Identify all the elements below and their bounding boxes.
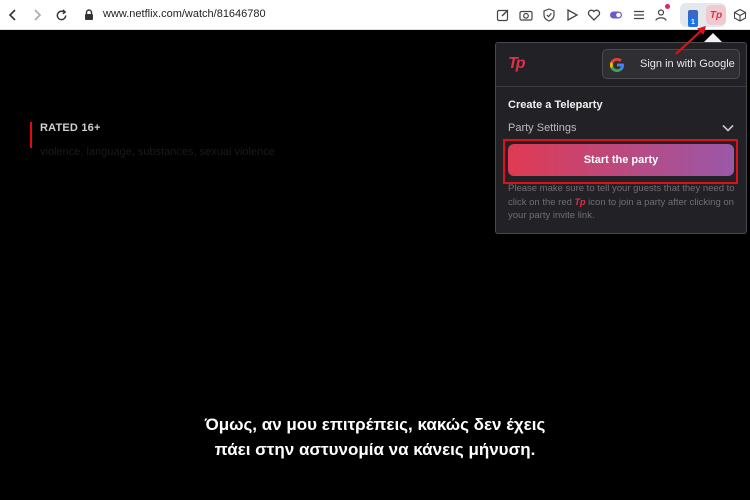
notification-dot bbox=[665, 4, 670, 9]
shield-icon[interactable] bbox=[540, 6, 558, 24]
heart-icon[interactable] bbox=[585, 6, 603, 24]
browser-toolbar: www.netflix.com/watch/81646780 1 Tp bbox=[0, 0, 750, 30]
start-party-button[interactable]: Start the party bbox=[508, 144, 734, 176]
subtitle-line-1: Όμως, αν μου επιτρέπεις, κακώς δεν έχεις bbox=[204, 415, 546, 434]
create-teleparty-title: Create a Teleparty bbox=[508, 99, 603, 111]
subtitle-line-2: πάει στην αστυνομία να κάνεις μήνυση. bbox=[214, 440, 536, 459]
rating-descriptors: violence, language, substances, sexual v… bbox=[40, 146, 275, 158]
teleparty-mini-icon: Tp bbox=[574, 196, 586, 207]
google-icon bbox=[610, 58, 624, 72]
teleparty-popup: Tp Sign in with Google Create a Telepart… bbox=[495, 42, 747, 234]
maturity-rating: RATED 16+ bbox=[30, 122, 101, 148]
edit-icon[interactable] bbox=[494, 6, 512, 24]
teleparty-logo: Tp bbox=[508, 55, 525, 72]
chevron-down-icon[interactable] bbox=[722, 123, 734, 133]
invite-note: Please make sure to tell your guests tha… bbox=[508, 182, 736, 223]
forward-arrow-icon bbox=[34, 9, 42, 21]
box-icon[interactable] bbox=[731, 6, 749, 24]
toggle-extension-icon[interactable] bbox=[607, 6, 625, 24]
lock-icon[interactable] bbox=[82, 8, 96, 22]
annotation-arrow-icon bbox=[675, 26, 706, 55]
play-icon[interactable] bbox=[563, 6, 581, 24]
reload-button[interactable] bbox=[48, 0, 74, 30]
subtitle: Όμως, αν μου επιτρέπεις, κακώς δεν έχεις… bbox=[0, 412, 750, 462]
back-button[interactable] bbox=[0, 0, 26, 30]
reload-icon bbox=[56, 8, 66, 20]
back-arrow-icon bbox=[8, 9, 16, 21]
camera-icon[interactable] bbox=[517, 6, 535, 24]
rating-title: RATED 16+ bbox=[40, 122, 101, 134]
reading-list-icon[interactable] bbox=[630, 6, 648, 24]
forward-button[interactable] bbox=[24, 0, 50, 30]
address-bar[interactable]: www.netflix.com/watch/81646780 bbox=[103, 8, 266, 20]
party-settings-toggle[interactable]: Party Settings bbox=[508, 122, 576, 134]
